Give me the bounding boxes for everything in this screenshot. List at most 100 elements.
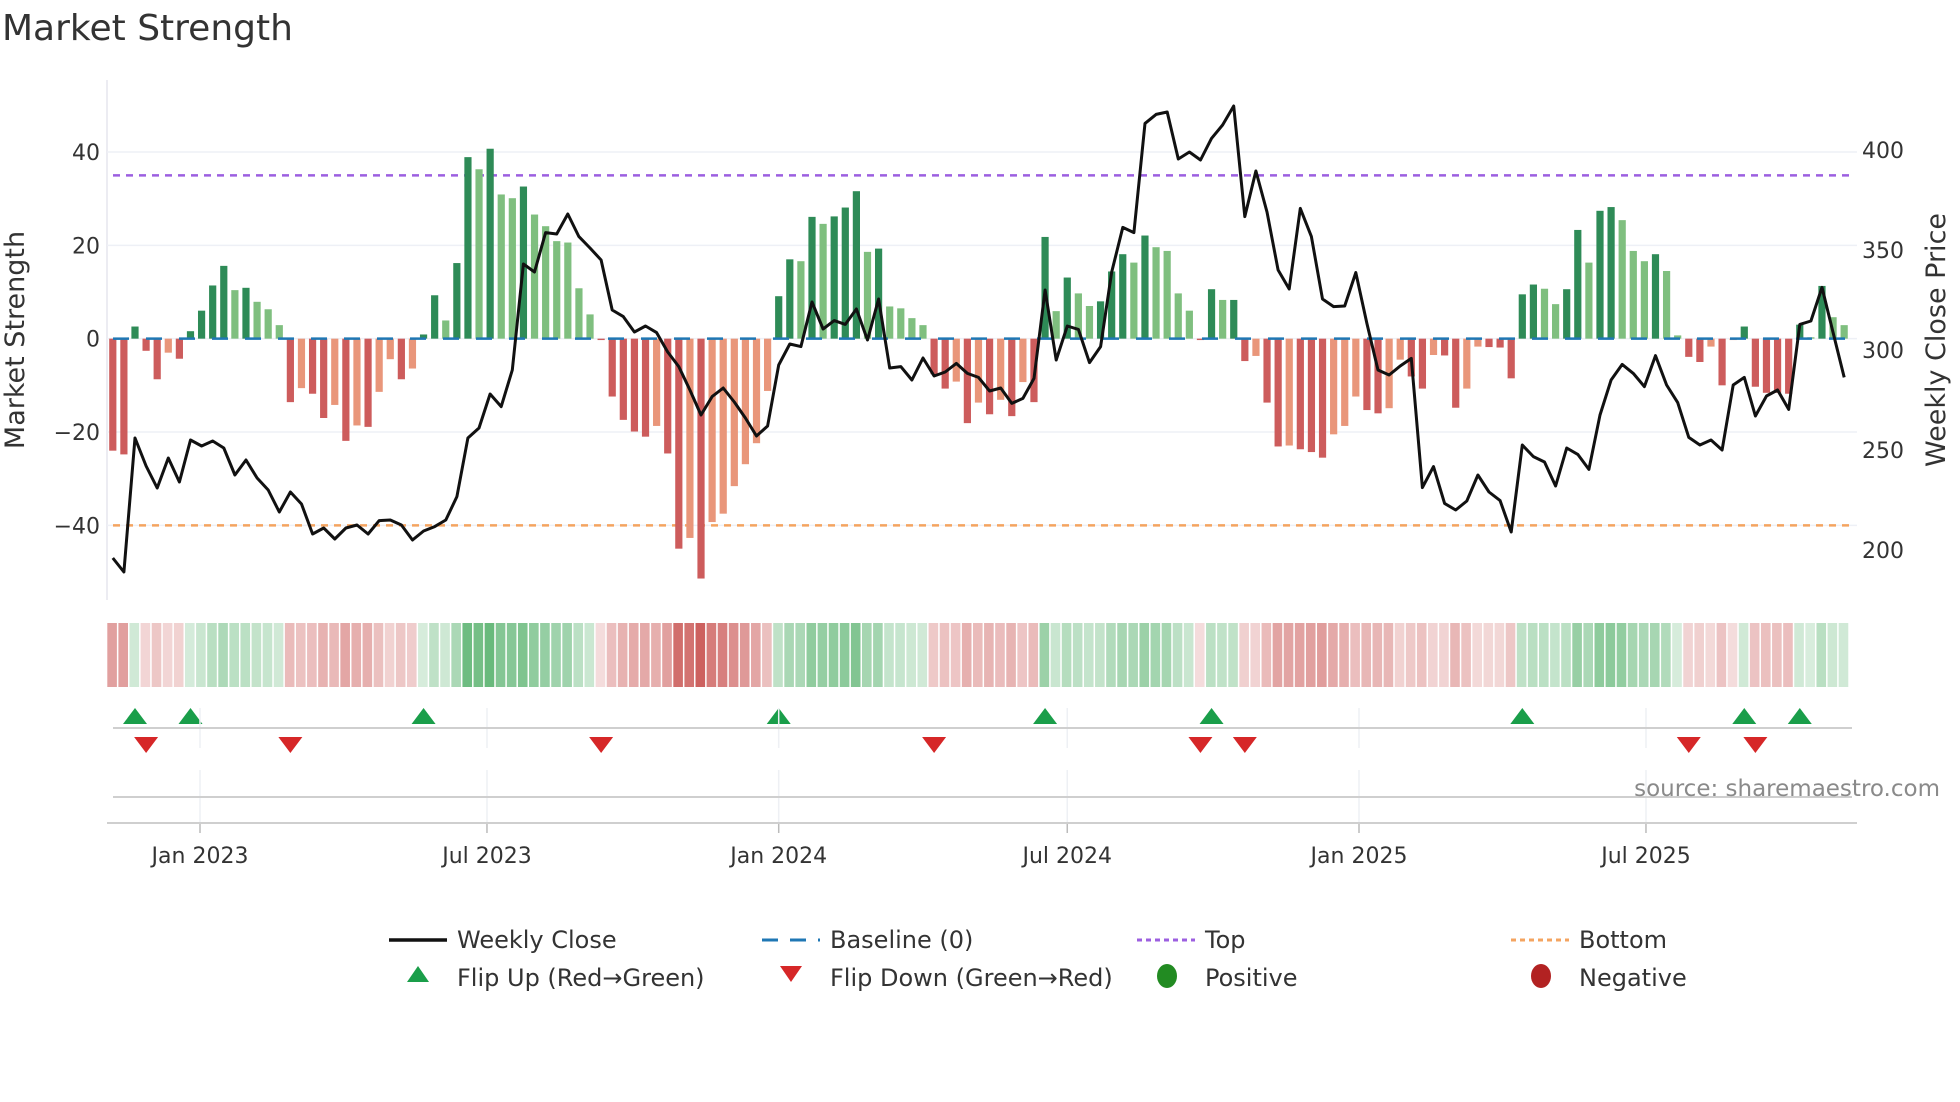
legend-item-negative: Negative xyxy=(1531,964,1687,992)
strength-bar xyxy=(1219,299,1227,339)
right-axis-title: Weekly Close Price xyxy=(1921,213,1952,467)
strip-cell xyxy=(1572,623,1582,687)
strength-bar xyxy=(653,338,661,426)
strip-cell xyxy=(1039,623,1050,687)
strip-cell xyxy=(1405,623,1416,687)
strip-cell xyxy=(1616,623,1627,687)
strength-bar xyxy=(1185,310,1193,339)
y-right-tick-label: 350 xyxy=(1862,239,1904,264)
strength-bar xyxy=(175,338,183,359)
strip-cell xyxy=(395,623,406,687)
strip-cell xyxy=(1061,623,1072,687)
legend-label: Baseline (0) xyxy=(830,926,973,954)
strength-bar xyxy=(874,248,883,339)
strip-cell xyxy=(340,623,350,687)
strength-bar xyxy=(1585,262,1593,339)
strength-bar xyxy=(253,301,261,339)
strength-bar xyxy=(164,338,172,353)
strip-cell xyxy=(1072,623,1083,687)
flip-down-marker xyxy=(1743,737,1768,753)
strength-bar xyxy=(1574,229,1582,339)
strip-cell xyxy=(1783,623,1793,687)
y-right-tick-label: 400 xyxy=(1862,139,1904,164)
strip-cell xyxy=(229,623,239,687)
strength-bar xyxy=(808,216,816,339)
flip-up-marker xyxy=(122,708,147,724)
strip-cell xyxy=(517,623,528,687)
strip-cell xyxy=(1206,623,1216,687)
strip-cell xyxy=(429,623,439,687)
strip-cell xyxy=(1261,623,1272,687)
strip-cell xyxy=(1527,623,1538,687)
strip-cell xyxy=(1283,623,1294,687)
strip-cell xyxy=(1028,623,1039,687)
strength-bar xyxy=(1130,262,1138,339)
strip-cell xyxy=(295,623,306,687)
strip-cell xyxy=(373,623,384,687)
strip-cell xyxy=(1505,623,1516,687)
strip-cell xyxy=(706,623,717,687)
market-strength-chart: Market Strength 40200−20−40 400350300250… xyxy=(0,8,1952,992)
strip-cell xyxy=(595,623,606,687)
strip-cell xyxy=(1705,623,1716,687)
strength-bar xyxy=(619,338,627,420)
strip-cell xyxy=(1827,623,1838,687)
strip-cell xyxy=(884,623,894,687)
strip-cell xyxy=(1450,623,1460,687)
strength-bar xyxy=(264,309,272,339)
strip-cell xyxy=(162,623,173,687)
legend-label: Positive xyxy=(1205,964,1298,992)
strip-cell xyxy=(1161,623,1172,687)
strength-bar xyxy=(1352,338,1360,397)
strength-bar xyxy=(1363,338,1371,411)
left-y-axis: 40 20 0 −20 −40 xyxy=(54,141,100,539)
strip-cell xyxy=(1550,623,1560,687)
strip-cell xyxy=(839,623,850,687)
strip-cell xyxy=(695,623,706,687)
strength-bar xyxy=(431,295,439,339)
strip-cell xyxy=(1738,623,1749,687)
legend-item-flip_down: Flip Down (Green→Red) xyxy=(780,964,1113,992)
flip-down-marker xyxy=(1676,737,1701,753)
strength-bar xyxy=(408,338,417,369)
strength-bar xyxy=(231,290,239,339)
strength-bar xyxy=(453,263,461,339)
strip-cell xyxy=(1428,623,1438,687)
strength-bar xyxy=(1740,326,1748,339)
strip-cell xyxy=(484,623,495,687)
strip-cell xyxy=(1228,623,1238,687)
y-tick-label: 40 xyxy=(72,141,100,166)
strength-bar xyxy=(1618,220,1626,339)
strip-cell xyxy=(240,623,251,687)
strength-bar xyxy=(475,169,483,339)
strip-cell xyxy=(1372,623,1383,687)
strip-cell xyxy=(1749,623,1760,687)
strength-bar xyxy=(297,338,306,389)
flip-down-marker xyxy=(278,737,303,753)
strength-bar xyxy=(386,338,394,360)
strip-cell xyxy=(1172,623,1183,687)
strength-bar xyxy=(1507,338,1515,379)
strip-cell xyxy=(262,623,273,687)
strip-cell xyxy=(151,623,162,687)
strength-bar xyxy=(1441,338,1449,356)
strength-bar xyxy=(197,310,206,339)
strip-cell xyxy=(1649,623,1660,687)
strip-cell xyxy=(917,623,928,687)
x-tick-label: Jul 2025 xyxy=(1599,844,1691,869)
strength-bar xyxy=(1640,261,1648,339)
strength-bar xyxy=(686,338,694,538)
strip-cell xyxy=(1638,623,1649,687)
strength-bar xyxy=(1252,338,1260,356)
strength-bar xyxy=(353,338,361,426)
strip-cell xyxy=(329,623,339,687)
strength-bar xyxy=(1418,338,1427,389)
strength-bar xyxy=(1318,338,1327,458)
strip-cell xyxy=(1006,623,1016,687)
strength-bar xyxy=(775,296,783,339)
strength-bar xyxy=(586,314,594,339)
strength-bar xyxy=(1330,338,1338,435)
strip-cell xyxy=(1305,623,1316,687)
strip-cell xyxy=(795,623,806,687)
strip-cell xyxy=(118,623,128,687)
